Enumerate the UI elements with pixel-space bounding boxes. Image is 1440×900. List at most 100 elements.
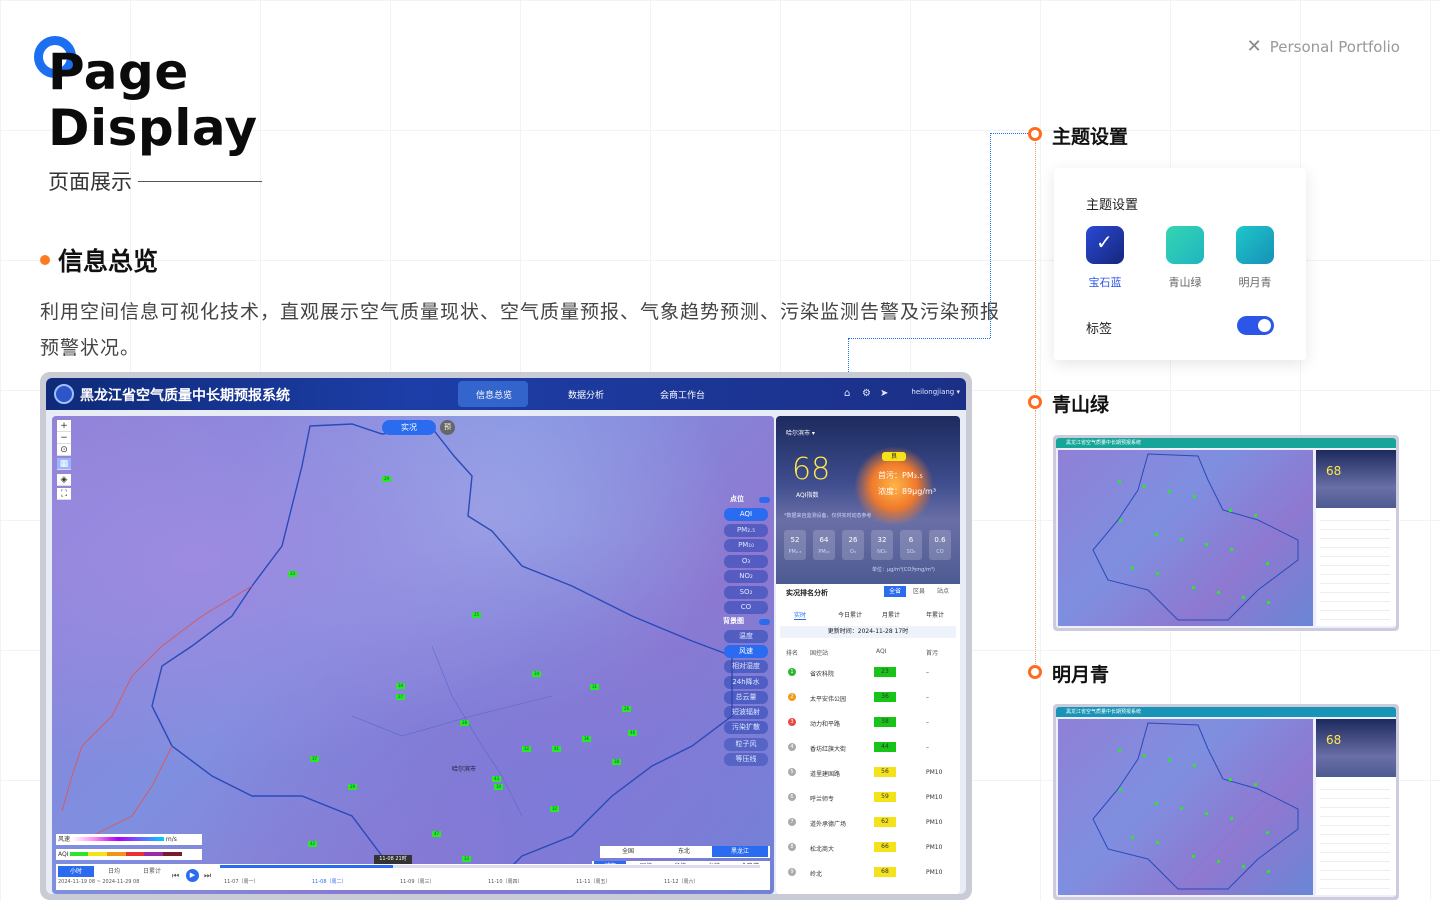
realtime-toggle[interactable]: 实况	[382, 420, 436, 435]
meteo-layer-button[interactable]: 污染扩散	[724, 721, 768, 735]
map-station-marker[interactable]: 27	[396, 694, 405, 700]
map-station-marker[interactable]: 34	[532, 671, 541, 677]
scope-tab[interactable]: 东北	[656, 846, 712, 857]
timeline-day[interactable]: 11-10（周四）	[488, 878, 523, 885]
map-station-marker[interactable]: 42	[308, 841, 317, 847]
theme-swatch-qingshanlv[interactable]	[1166, 226, 1204, 264]
time-tab[interactable]: 日均	[96, 866, 132, 877]
theme-swatch-mingyueqing[interactable]	[1236, 226, 1274, 264]
city-selector[interactable]: 哈尔滨市 ▾	[786, 428, 815, 437]
layer-button[interactable]: O₃	[724, 554, 768, 568]
ranking-tab[interactable]: 年累计	[926, 610, 944, 619]
layer-button[interactable]: PM₂.₅	[724, 523, 768, 537]
ranking-filter[interactable]: 全省	[884, 586, 906, 597]
zoom-in-button[interactable]: +	[57, 420, 71, 432]
ranking-tab[interactable]: 实时	[794, 610, 807, 620]
date-range[interactable]: 2024-11-19 08 ~ 2024-11-29 08	[58, 879, 139, 885]
timeline-day[interactable]: 11-08（周二）	[312, 878, 347, 885]
theme-swatch-baoshilan[interactable]: ✓	[1086, 226, 1124, 264]
nav-item-overview[interactable]: 信息总览	[476, 388, 512, 401]
toggle-isobar[interactable]: 等压线	[724, 753, 768, 766]
meteo-toggle[interactable]	[759, 619, 770, 625]
settings-icon[interactable]: ⚙	[862, 388, 871, 399]
update-time: 更新时间：2024-11-28 17时	[780, 626, 956, 638]
map-station-marker[interactable]: 28	[460, 720, 469, 726]
meteo-layer-button[interactable]: 相对湿度	[724, 660, 768, 674]
map-station-marker[interactable]: 25	[472, 612, 481, 618]
table-row[interactable]: 7 道外承德广场 62 PM10	[776, 810, 960, 835]
table-row[interactable]: 5 道里建国路 56 PM10	[776, 760, 960, 785]
table-row[interactable]: 2 太平安伟公园 36 –	[776, 685, 960, 710]
map-station-marker[interactable]: 29	[348, 784, 357, 790]
map-view[interactable]: + − ⊙ ▦ ◈ ⛶ 实况 预 29 33 25 34 31 27 26 28 46 37 38 2…	[52, 416, 774, 894]
nav-item-analysis[interactable]: 数据分析	[568, 388, 604, 401]
map-station-marker[interactable]: 47	[432, 831, 441, 837]
map-station-marker[interactable]: 32	[522, 746, 531, 752]
map-station-marker[interactable]: 29	[382, 476, 391, 482]
table-row[interactable]: 6 呼兰师专 59 PM10	[776, 785, 960, 810]
toggle-particle-wind[interactable]: 粒子风	[724, 738, 768, 751]
layers-toggle[interactable]	[759, 497, 770, 503]
nav-item-workbench[interactable]: 会商工作台	[660, 388, 705, 401]
map-station-marker[interactable]: 26	[622, 706, 631, 712]
layer-button[interactable]: SO₂	[724, 585, 768, 599]
table-row[interactable]: 3 动力和平路 38 –	[776, 710, 960, 735]
map-station-marker[interactable]: 30	[494, 784, 503, 790]
meteo-layer-button[interactable]: 24h降水	[724, 675, 768, 689]
map-station-marker[interactable]: 46	[628, 730, 637, 736]
portfolio-link[interactable]: ✕ Personal Portfolio	[1247, 36, 1400, 57]
basemap-button[interactable]: ◈	[57, 474, 71, 486]
layer-button[interactable]: NO₂	[724, 570, 768, 583]
scope-tab[interactable]: 黑龙江	[712, 846, 768, 857]
layer-button[interactable]: AQI	[724, 508, 768, 521]
meteo-layer-button[interactable]: 总云量	[724, 690, 768, 704]
ranking-filter[interactable]: 区县	[908, 586, 930, 597]
timeline-day[interactable]: 11-09（周三）	[400, 878, 435, 885]
table-row[interactable]: 1 省农科院 23 –	[776, 660, 960, 685]
time-tab[interactable]: 日累计	[134, 866, 170, 877]
table-row[interactable]: 8 松北商大 66 PM10	[776, 835, 960, 860]
user-menu[interactable]: heilongjiang ▾	[911, 388, 960, 396]
thumb-topbar: 黑龙江省空气质量中长期预报系统	[1056, 438, 1396, 448]
meteo-layer-button[interactable]: 短波辐射	[724, 706, 768, 719]
time-tab[interactable]: 小时	[58, 866, 94, 877]
prev-icon[interactable]: ⏮	[172, 871, 179, 881]
ranking-tab[interactable]: 今日累计	[838, 610, 862, 619]
timeline-day[interactable]: 11-07（周一）	[224, 878, 259, 885]
layer-button[interactable]: CO	[724, 601, 768, 614]
pollutant-card: 32 NO₂	[871, 530, 893, 560]
send-icon[interactable]: ➤	[880, 388, 888, 399]
meteo-layer-button[interactable]: 温度	[724, 630, 768, 643]
map-station-marker[interactable]: 33	[288, 571, 297, 577]
play-icon[interactable]: ▶	[186, 869, 199, 882]
map-station-marker[interactable]: 36	[582, 736, 591, 742]
aqi-cell: 44	[874, 742, 896, 752]
forecast-toggle[interactable]: 预	[440, 420, 455, 435]
next-icon[interactable]: ⏭	[204, 871, 211, 881]
scope-tab[interactable]: 全国	[600, 846, 656, 857]
map-station-marker[interactable]: 33	[462, 856, 471, 862]
timeline[interactable]: 小时 日均 日累计 2024-11-19 08 ~ 2024-11-29 08 …	[56, 864, 770, 890]
map-station-marker[interactable]: 32	[550, 806, 559, 812]
ranking-filter[interactable]: 站点	[932, 586, 954, 597]
fullscreen-button[interactable]: ⛶	[57, 488, 71, 500]
timeline-day[interactable]: 11-12（周六）	[664, 878, 699, 885]
table-row[interactable]: 9 岭北 68 PM10	[776, 860, 960, 885]
table-row[interactable]: 4 香坊红旗大街 44 –	[776, 735, 960, 760]
map-station-marker[interactable]: 34	[396, 683, 405, 689]
tag-toggle[interactable]	[1237, 316, 1274, 335]
meteo-layer-button[interactable]: 风速	[724, 645, 768, 659]
layer-button[interactable]: PM₁₀	[724, 539, 768, 552]
connector	[1035, 142, 1036, 396]
layer-button[interactable]: ▦	[57, 458, 71, 470]
timeline-day[interactable]: 11-11（周五）	[576, 878, 611, 885]
map-station-marker[interactable]: 41	[552, 746, 561, 752]
ranking-tab[interactable]: 月累计	[882, 610, 900, 619]
home-icon[interactable]: ⌂	[844, 388, 850, 399]
map-station-marker[interactable]: 31	[590, 684, 599, 690]
zoom-out-button[interactable]: −	[57, 432, 71, 444]
map-station-marker[interactable]: 43	[492, 776, 501, 782]
locate-button[interactable]: ⊙	[57, 444, 71, 456]
map-station-marker[interactable]: 38	[612, 759, 621, 765]
map-station-marker[interactable]: 37	[310, 756, 319, 762]
